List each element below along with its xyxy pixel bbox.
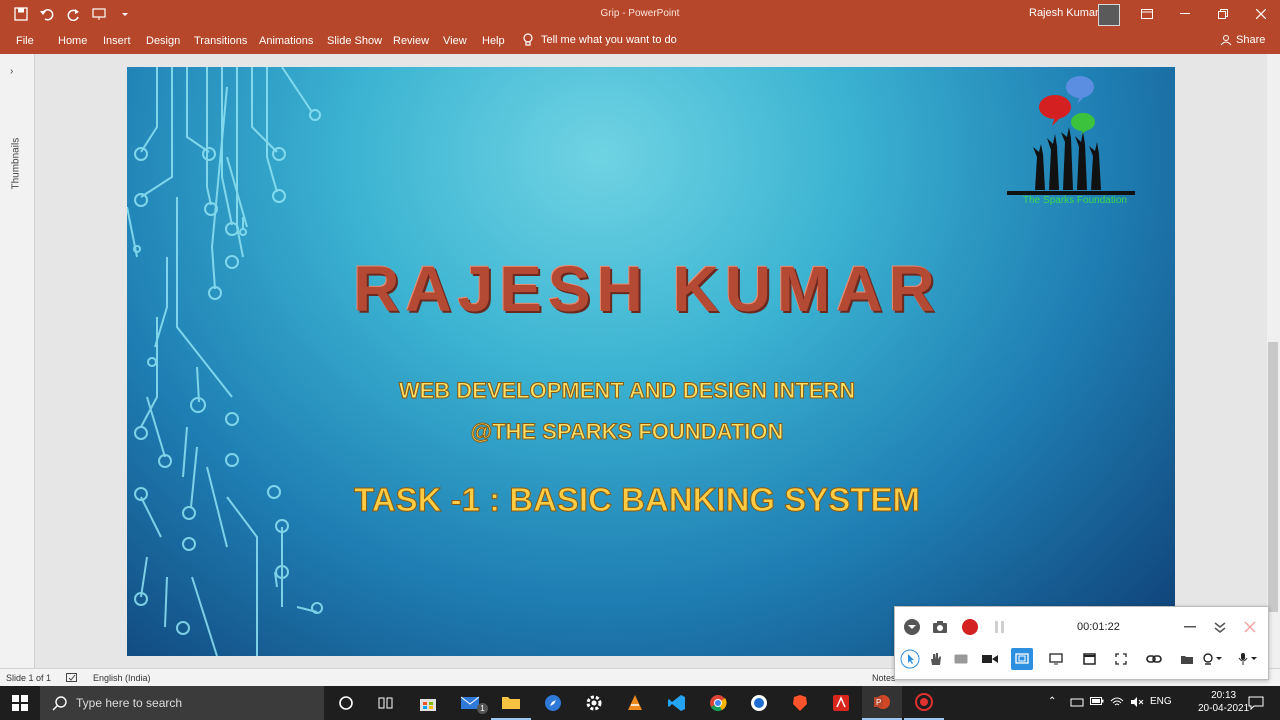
record-button-icon[interactable] [959, 616, 981, 638]
powerpoint-icon[interactable]: P [862, 686, 902, 720]
avatar[interactable] [1098, 4, 1120, 26]
task-view-icon[interactable] [366, 686, 406, 720]
store-icon[interactable] [408, 686, 448, 720]
tell-me-text: Tell me what you want to do [541, 34, 677, 46]
tab-design[interactable]: Design [146, 35, 180, 47]
sparks-foundation-logo [1007, 76, 1135, 195]
minimize-icon[interactable] [1166, 0, 1204, 28]
fullscreen-icon[interactable] [1110, 648, 1132, 670]
screen-recorder-app-icon[interactable] [904, 686, 944, 720]
person-icon [1220, 35, 1232, 46]
tab-transitions[interactable]: Transitions [194, 35, 247, 47]
tab-animations[interactable]: Animations [259, 35, 313, 47]
scrollbar-thumb[interactable] [1268, 342, 1278, 612]
share-button[interactable]: Share [1220, 34, 1265, 46]
monitor-icon[interactable] [1045, 648, 1067, 670]
search-icon [52, 696, 67, 711]
slide-subtitle-org[interactable]: @THE SPARKS FOUNDATION [127, 419, 1127, 445]
microphone-icon[interactable] [1237, 648, 1259, 670]
window-capture-icon[interactable] [1078, 648, 1100, 670]
search-placeholder: Type here to search [76, 696, 183, 710]
vscode-icon[interactable] [657, 686, 697, 720]
mail-badge: 1 [477, 703, 488, 714]
file-explorer-icon[interactable] [491, 686, 531, 720]
hand-icon[interactable] [924, 648, 946, 670]
undo-icon[interactable] [36, 4, 58, 24]
language-indicator[interactable]: English (India) [93, 673, 151, 683]
close-icon[interactable] [1242, 0, 1280, 28]
slide-task-heading[interactable]: TASK -1 : BASIC BANKING SYSTEM [127, 481, 1147, 519]
chevron-up-icon[interactable]: ⌃ [1048, 696, 1056, 707]
cortana-icon[interactable] [326, 686, 366, 720]
notification-icon[interactable] [1236, 686, 1276, 720]
logo-caption: The Sparks Foundation [1023, 195, 1127, 206]
close-recorder-icon[interactable] [1239, 616, 1261, 638]
chrome-icon[interactable] [698, 686, 738, 720]
video-icon[interactable] [979, 648, 1001, 670]
taskbar: Type here to search 1 P ⌃ ENG 20:13 20-0… [0, 686, 1280, 720]
menu-dropdown-icon[interactable] [901, 616, 923, 638]
customize-qat-icon[interactable] [114, 4, 136, 24]
tab-file[interactable]: File [16, 35, 34, 47]
battery-icon[interactable] [1090, 696, 1104, 709]
slide-canvas[interactable]: The Sparks Foundation RAJESH KUMAR WEB D… [127, 67, 1175, 656]
screen-recorder-toolbar: 00:01:22 [894, 606, 1269, 680]
svg-text:P: P [876, 698, 881, 707]
camera-icon[interactable] [929, 616, 951, 638]
redo-icon[interactable] [62, 4, 84, 24]
taskbar-search-box[interactable]: Type here to search [40, 686, 324, 720]
windows-start-icon[interactable] [0, 686, 40, 720]
tab-help[interactable]: Help [482, 35, 505, 47]
slide-subtitle-role[interactable]: WEB DEVELOPMENT AND DESIGN INTERN [127, 378, 1127, 404]
circuit-decoration [127, 67, 323, 656]
notes-button[interactable]: Notes [872, 673, 896, 683]
volume-muted-icon[interactable] [1130, 696, 1144, 711]
pause-icon[interactable] [989, 616, 1011, 638]
tab-slide-show[interactable]: Slide Show [327, 35, 382, 47]
quick-access-toolbar [10, 4, 136, 24]
slide-counter[interactable]: Slide 1 of 1 [6, 673, 51, 683]
pointer-tool-icon[interactable] [899, 648, 921, 670]
save-icon[interactable] [10, 4, 32, 24]
collapse-icon[interactable] [1209, 616, 1231, 638]
tab-insert[interactable]: Insert [103, 35, 131, 47]
network-icon[interactable] [1070, 696, 1084, 711]
webcam-icon[interactable] [1202, 648, 1224, 670]
ribbon-tabs: File Home Insert Design Transitions Anim… [0, 28, 1280, 54]
brave-icon[interactable] [780, 686, 820, 720]
lightbulb-icon [523, 33, 533, 46]
restore-icon[interactable] [1204, 0, 1242, 28]
tab-home[interactable]: Home [58, 35, 87, 47]
presentation-icon[interactable] [88, 4, 110, 24]
safari-icon[interactable] [533, 686, 573, 720]
thumbnails-label[interactable]: Thumbnails [11, 130, 22, 190]
accessibility-icon[interactable] [66, 673, 78, 685]
settings-gear-icon[interactable] [574, 686, 614, 720]
keyboard-icon[interactable] [950, 648, 972, 670]
share-label: Share [1236, 34, 1266, 46]
wifi-icon[interactable] [1110, 696, 1124, 711]
user-name: Rajesh Kumar [1029, 7, 1099, 19]
vlc-icon[interactable] [615, 686, 655, 720]
edge-icon[interactable] [739, 686, 779, 720]
tab-review[interactable]: Review [393, 35, 429, 47]
recording-timer: 00:01:22 [1077, 621, 1120, 633]
thumbnails-pane: › Thumbnails [0, 54, 35, 668]
tell-me-box[interactable]: Tell me what you want to do [522, 33, 677, 47]
tab-view[interactable]: View [443, 35, 467, 47]
input-language[interactable]: ENG [1150, 696, 1172, 707]
expand-thumbnails-icon[interactable]: › [10, 66, 13, 77]
slide-title[interactable]: RAJESH KUMAR [127, 252, 1167, 326]
ribbon-display-options-icon[interactable] [1128, 0, 1166, 28]
link-icon[interactable] [1143, 648, 1165, 670]
minimize-recorder-icon[interactable] [1179, 616, 1201, 638]
mail-icon[interactable]: 1 [450, 686, 490, 720]
acrobat-icon[interactable] [821, 686, 861, 720]
folder-icon[interactable] [1176, 648, 1198, 670]
region-capture-icon[interactable] [1011, 648, 1033, 670]
title-bar: Grip - PowerPoint Rajesh Kumar [0, 0, 1280, 28]
